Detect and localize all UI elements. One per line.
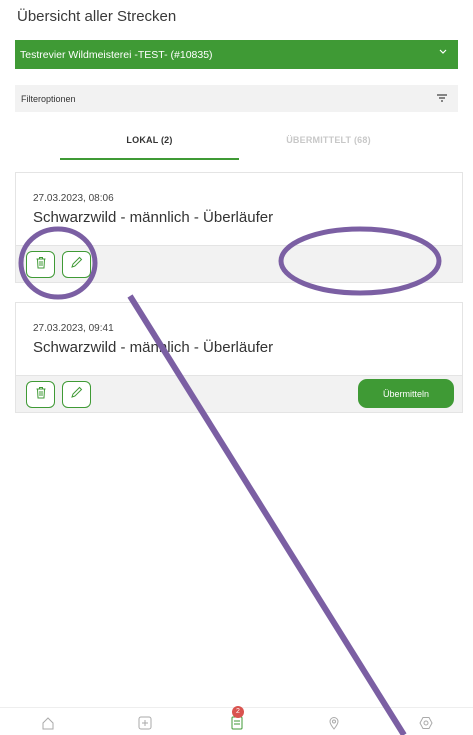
- filter-icon[interactable]: [436, 93, 448, 105]
- record-title: Schwarzwild - männlich - Überläufer: [33, 209, 274, 226]
- send-button[interactable]: Übermitteln: [358, 379, 454, 408]
- revier-select[interactable]: Testrevier Wildmeisterei -TEST- (#10835): [15, 40, 458, 69]
- pencil-icon: [70, 256, 83, 274]
- location-icon[interactable]: [327, 716, 341, 735]
- pencil-icon: [70, 386, 83, 404]
- filter-options-bar[interactable]: Filteroptionen: [15, 85, 458, 112]
- tab-uebermittelt[interactable]: ÜBERMITTELT (68): [239, 130, 418, 160]
- filter-options-label: Filteroptionen: [21, 93, 76, 104]
- bottom-navigation: 2: [0, 706, 473, 735]
- add-icon[interactable]: [138, 716, 152, 735]
- record-title: Schwarzwild - männlich - Überläufer: [33, 339, 274, 356]
- trash-icon: [35, 256, 47, 274]
- record-actions: Übermitteln: [16, 375, 462, 412]
- page-title: Übersicht aller Strecken: [17, 8, 177, 25]
- delete-button[interactable]: [26, 381, 55, 408]
- list-icon[interactable]: [230, 716, 244, 735]
- record-card: 27.03.2023, 08:06 Schwarzwild - männlich…: [15, 172, 463, 283]
- trash-icon: [35, 386, 47, 404]
- settings-icon[interactable]: [419, 716, 433, 735]
- tab-lokal[interactable]: LOKAL (2): [60, 130, 239, 160]
- revier-select-value: Testrevier Wildmeisterei -TEST- (#10835): [20, 48, 213, 61]
- edit-button[interactable]: [62, 381, 91, 408]
- record-date: 27.03.2023, 08:06: [33, 193, 114, 204]
- delete-button[interactable]: [26, 251, 55, 278]
- notification-badge: 2: [232, 706, 244, 718]
- edit-button[interactable]: [62, 251, 91, 278]
- home-icon[interactable]: [41, 716, 55, 735]
- record-date: 27.03.2023, 09:41: [33, 323, 114, 334]
- record-card: 27.03.2023, 09:41 Schwarzwild - männlich…: [15, 302, 463, 413]
- record-actions: [16, 245, 462, 282]
- chevron-down-icon: [438, 46, 448, 59]
